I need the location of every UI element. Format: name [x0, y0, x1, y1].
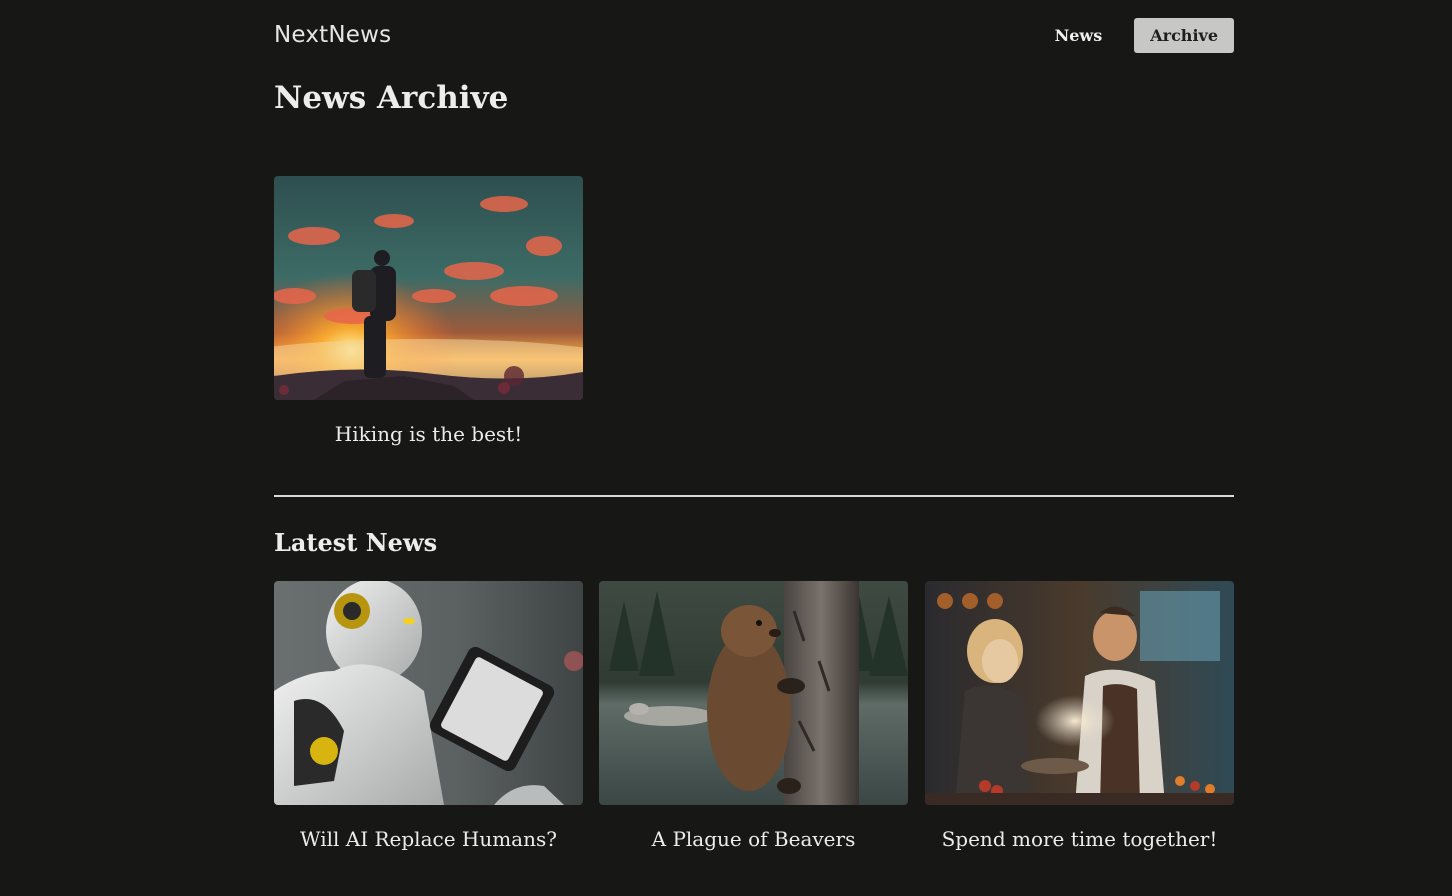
page: NextNews News Archive News Archive Hikin… [0, 0, 1452, 896]
main-nav: News Archive [1039, 18, 1234, 53]
latest-news-card[interactable]: A Plague of Beavers [599, 581, 908, 851]
news-title: A Plague of Beavers [651, 827, 856, 851]
news-title: Hiking is the best! [334, 422, 523, 446]
section-divider [274, 495, 1234, 497]
latest-news-card[interactable]: Will AI Replace Humans? [274, 581, 583, 851]
page-title: News Archive [274, 80, 509, 116]
nav-link-news[interactable]: News [1039, 18, 1119, 53]
news-thumbnail-hiking [274, 176, 583, 400]
news-thumbnail-robot [274, 581, 583, 805]
news-title: Will AI Replace Humans? [300, 827, 557, 851]
site-logo[interactable]: NextNews [274, 22, 391, 48]
archive-news-card[interactable]: Hiking is the best! [274, 176, 583, 446]
news-thumbnail-cooking [925, 581, 1234, 805]
latest-news-heading: Latest News [274, 528, 438, 557]
nav-link-archive[interactable]: Archive [1134, 18, 1234, 53]
news-title: Spend more time together! [941, 827, 1218, 851]
latest-news-card[interactable]: Spend more time together! [925, 581, 1234, 851]
site-header: NextNews News Archive [274, 18, 1234, 56]
news-thumbnail-beaver [599, 581, 908, 805]
